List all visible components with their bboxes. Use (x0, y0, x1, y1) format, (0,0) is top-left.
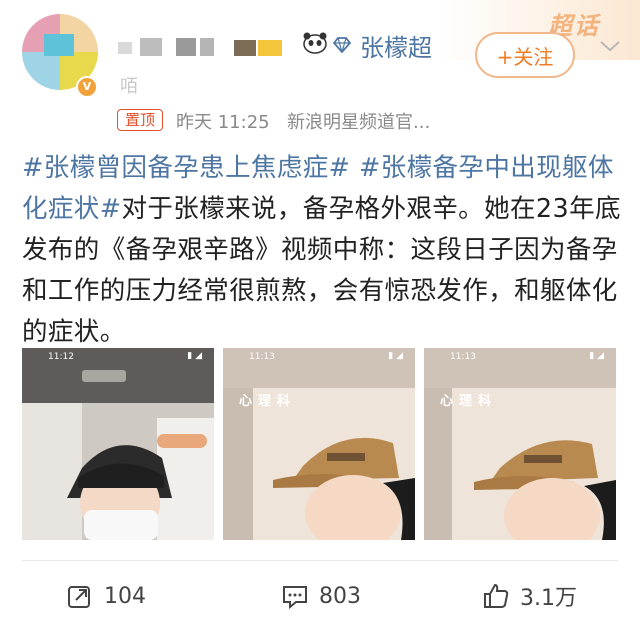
post-image-3[interactable]: 11:13 ▮ ◢ 心理科 (424, 348, 616, 540)
chevron-down-icon[interactable] (598, 38, 622, 54)
follow-button[interactable]: +关注 (475, 32, 575, 78)
action-divider (22, 560, 618, 561)
hashtag-link[interactable]: #张檬曾因备孕患上焦虑症# (22, 153, 350, 183)
repost-icon (68, 586, 90, 608)
post-image-1[interactable]: 11:12 ▮ ◢ (22, 348, 214, 540)
post-time: 昨天 11:25 (176, 112, 270, 133)
comment-icon (283, 586, 307, 610)
post-text: #张檬曾因备孕患上焦虑症# #张檬备孕中出现躯体化症状#对于张檬来说，备孕格外艰… (22, 148, 622, 353)
repost-count: 104 (104, 583, 146, 609)
phone-status-bar: 11:12 ▮ ◢ (48, 351, 202, 362)
verified-badge-icon: V (76, 76, 98, 98)
post-image-2[interactable]: 11:13 ▮ ◢ 心理科 (223, 348, 415, 540)
image-caption: 心理科 (440, 394, 498, 409)
blurred-name-block (118, 38, 294, 56)
like-count: 3.1万 (520, 586, 577, 611)
repost-button[interactable]: 104 (66, 580, 146, 612)
comment-count: 803 (319, 583, 361, 609)
post-source: 新浪明星频道官... (287, 112, 431, 133)
image-caption: 心理科 (239, 394, 297, 409)
name-tail: 咟 (120, 76, 138, 97)
cap-woman-illustration (424, 348, 616, 540)
phone-status-bar: 11:13 ▮ ◢ (450, 351, 604, 362)
post-header: 超话 V 张檬超 +关注 咟 置顶 昨天 11:25 新浪明星频道官... (0, 0, 640, 140)
cap-woman-illustration (223, 348, 415, 540)
username[interactable]: 张檬超 (360, 28, 432, 63)
panda-emoji-icon (303, 32, 327, 54)
diamond-icon (332, 37, 352, 53)
phone-status-bar: 11:13 ▮ ◢ (249, 351, 403, 362)
car-selfie-illustration (22, 348, 214, 540)
thumbs-up-icon (484, 583, 509, 608)
like-button[interactable]: 3.1万 (482, 580, 577, 612)
comment-button[interactable]: 803 (281, 580, 361, 612)
pinned-badge: 置顶 (117, 109, 163, 131)
